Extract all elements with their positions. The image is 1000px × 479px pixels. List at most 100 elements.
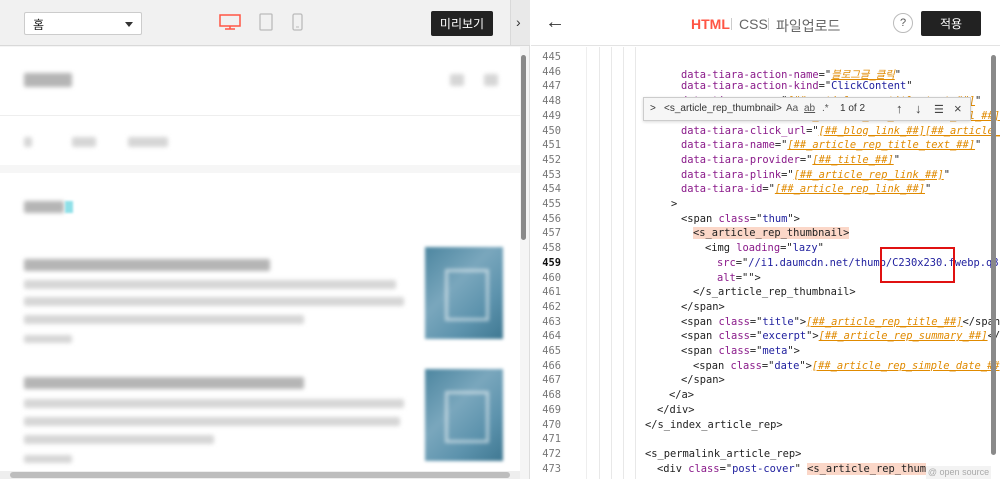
code-token: [##_article_rep_title_text_##] xyxy=(787,139,976,152)
code-token: class xyxy=(718,345,750,357)
code-token: "> xyxy=(787,212,800,225)
collapse-preview-toggle[interactable]: › xyxy=(510,0,530,46)
blurred-post-excerpt xyxy=(24,417,400,426)
editor-scrollbar[interactable] xyxy=(991,55,996,455)
code-token: alt xyxy=(717,271,736,284)
code-line[interactable]: <div class="post-cover" <s_article_rep_t… xyxy=(657,462,927,475)
match-word-icon[interactable]: ab xyxy=(804,103,815,114)
line-number: 473 xyxy=(542,462,561,475)
code-line[interactable]: data-tiara-id="[##_article_rep_link_##]" xyxy=(681,183,931,195)
match-case-icon[interactable]: Aa xyxy=(786,103,798,114)
blurred-header-icon xyxy=(450,74,464,86)
code-token: </s_index_article_rep> xyxy=(645,418,783,431)
code-line[interactable]: </div> xyxy=(657,404,695,416)
code-line[interactable]: data-tiara-name="[##_article_rep_title_t… xyxy=(681,139,981,151)
regex-icon[interactable]: .* xyxy=(822,103,829,114)
code-token: <span xyxy=(681,212,719,225)
code-line[interactable]: alt=""> xyxy=(717,272,761,284)
post-thumbnail[interactable] xyxy=(425,247,503,339)
line-number: 464 xyxy=(542,330,561,343)
code-token: [##_article_rep_link_##] xyxy=(793,168,944,181)
code-line[interactable]: </span> xyxy=(681,301,725,313)
blurred-nav-item xyxy=(128,137,168,147)
code-line[interactable]: <span class="excerpt">[##_article_rep_su… xyxy=(681,330,1000,342)
code-line[interactable]: <span class="meta"> xyxy=(681,345,800,357)
line-number: 462 xyxy=(542,300,561,313)
code-line[interactable]: data-tiara-click_url="[##_blog_link_##][… xyxy=(681,125,1000,137)
code-token: =" xyxy=(818,80,832,93)
code-line[interactable]: > xyxy=(671,198,677,210)
blurred-post-excerpt xyxy=(24,297,404,306)
code-line[interactable]: </span> xyxy=(681,374,725,386)
code-line[interactable]: <s_permalink_article_rep> xyxy=(645,448,801,460)
page-select[interactable]: 홈 xyxy=(24,12,142,35)
blurred-nav-item xyxy=(72,137,96,147)
code-token: data-tiara-plink xyxy=(681,168,782,181)
code-line[interactable]: </s_article_rep_thumbnail> xyxy=(693,286,856,298)
code-editor-pane: ← HTML CSS 파일업로드 ? 적용 445 446 447 448 449 450… xyxy=(531,0,1000,479)
code-line[interactable]: <img loading="lazy" xyxy=(705,242,824,254)
find-input[interactable]: <s_article_rep_thumbnail> xyxy=(664,103,782,114)
tab-html[interactable]: HTML xyxy=(691,16,730,32)
line-number: 450 xyxy=(542,124,561,137)
code-token: " xyxy=(817,242,824,255)
tablet-view-icon[interactable] xyxy=(259,13,273,31)
blurred-post-excerpt xyxy=(24,315,304,324)
code-token: "> xyxy=(806,330,819,343)
line-number: 448 xyxy=(542,95,561,108)
code-line[interactable]: data-tiara-action-kind="ClickContent" xyxy=(681,80,913,92)
tab-file-upload[interactable]: 파일업로드 xyxy=(776,16,840,36)
code-token: meta xyxy=(762,345,788,357)
code-token: <img xyxy=(705,242,737,255)
code-line[interactable]: data-tiara-provider="[##_title_##]" xyxy=(681,154,900,166)
previous-match-icon[interactable]: ↑ xyxy=(896,101,903,116)
code-token: " xyxy=(794,462,808,475)
code-token: =" xyxy=(780,242,793,255)
code-line[interactable]: data-tiara-plink="[##_article_rep_link_#… xyxy=(681,169,950,181)
code-token: [##_article_rep_title_##] xyxy=(806,315,963,328)
code-line[interactable]: <span class="date">[##_article_rep_simpl… xyxy=(693,360,1000,372)
code-line[interactable]: data-tiara-action-name="블로그글_클릭" xyxy=(681,66,901,81)
code-token: class xyxy=(730,359,762,372)
find-in-selection-icon[interactable]: ☰ xyxy=(934,103,944,116)
code-line[interactable]: <span class="title">[##_article_rep_titl… xyxy=(681,316,1000,328)
help-icon[interactable]: ? xyxy=(893,13,913,33)
desktop-view-icon[interactable] xyxy=(219,14,241,30)
code-token: data-tiara-name xyxy=(681,139,775,152)
find-widget[interactable]: > <s_article_rep_thumbnail> Aa ab .* 1 o… xyxy=(643,97,971,121)
code-token: </span> xyxy=(681,300,725,313)
code-token: <span xyxy=(681,315,719,328)
close-icon[interactable]: × xyxy=(954,101,962,116)
code-line[interactable]: src="//i1.daumcdn.net/thumb/C230x230.fwe… xyxy=(717,257,999,269)
toggle-replace-icon[interactable]: > xyxy=(650,103,656,114)
next-match-icon[interactable]: ↓ xyxy=(915,101,922,116)
scroll-thumb[interactable] xyxy=(10,472,510,478)
code-token: =" xyxy=(735,256,749,269)
blurred-blog-title xyxy=(24,73,72,87)
code-line[interactable]: <span class="thum"> xyxy=(681,213,800,225)
code-token: =" xyxy=(749,330,763,343)
code-line[interactable]: </s_index_article_rep> xyxy=(645,419,783,431)
post-thumbnail[interactable] xyxy=(425,369,503,461)
tab-css[interactable]: CSS xyxy=(739,16,768,32)
mobile-view-icon[interactable] xyxy=(292,13,303,31)
page-select-value: 홈 xyxy=(33,18,45,32)
tab-separator xyxy=(731,18,732,30)
code-line[interactable]: </a> xyxy=(669,389,694,401)
preview-horizontal-scrollbar[interactable] xyxy=(0,471,520,479)
code-token: =" xyxy=(761,359,775,372)
code-token: [##_article_rep_link_##] xyxy=(774,183,925,196)
back-arrow-icon[interactable]: ← xyxy=(545,11,565,34)
preview-scrollbar[interactable] xyxy=(521,55,526,240)
code-token: <s_article_rep_thum xyxy=(807,462,927,475)
code-editor[interactable]: 445 446 447 448 449 450 451 452 453 454 455 456 457 4… xyxy=(531,47,1000,479)
apply-button[interactable]: 적용 xyxy=(921,11,981,36)
code-token: =" xyxy=(799,153,813,166)
preview-button[interactable]: 미리보기 xyxy=(431,11,493,36)
code-token: " xyxy=(906,80,913,93)
code-token: =" xyxy=(749,315,763,328)
code-line[interactable]: <s_article_rep_thumbnail> xyxy=(693,227,850,240)
code-token: =" xyxy=(749,345,763,357)
code-token: </a> xyxy=(669,389,695,402)
line-number: 453 xyxy=(542,168,561,181)
